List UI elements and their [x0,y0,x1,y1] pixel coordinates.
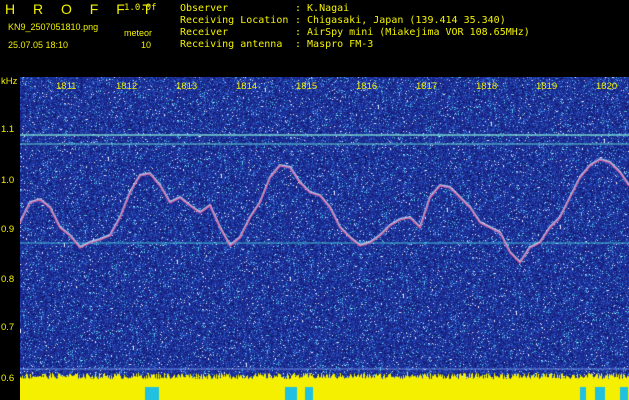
meteor-label: meteor [124,28,153,38]
y-tick-label: 0.7 [1,322,15,333]
x-tick-label: 1812 [116,81,138,92]
spectrogram-canvas [20,77,629,400]
info-label-antenna: Receiving antenna [180,39,283,50]
info-value-receiver: : AirSpy mini (Miakejima VOR 108.65MHz) [295,27,530,38]
x-tick-label: 1819 [536,81,558,92]
y-tick-label: 1.0 [1,175,15,186]
x-tick-label: 1813 [176,81,198,92]
x-tick-label: 1814 [236,81,258,92]
y-tick-label: 1.1 [1,124,15,135]
x-tick-label: 1820 [596,81,618,92]
y-tick-label: 0.9 [1,224,15,235]
info-label-location: Receiving Location [180,15,289,26]
info-value-observer: : K.Nagai [295,3,350,14]
info-value-location: : Chigasaki, Japan (139.414 35.340) [295,15,506,26]
x-tick-label: 1811 [56,81,77,92]
x-tick-label: 1818 [476,81,498,92]
y-axis-unit: kHz [1,76,18,87]
version-label: 1.0.0f [124,3,157,13]
filename-label: KN9_2507051810.png [8,22,99,32]
info-label-receiver: Receiver [180,27,229,38]
info-label-observer: Observer [180,3,229,14]
x-tick-label: 1817 [416,81,438,92]
x-tick-label: 1816 [356,81,378,92]
meteor-count: 10 [141,40,152,50]
x-tick-label: 1815 [296,81,318,92]
y-tick-label: 0.8 [1,274,15,285]
y-tick-label: 0.6 [1,373,15,384]
info-value-antenna: : Maspro FM-3 [295,39,374,50]
datetime-label: 25.07.05 18:10 [8,40,69,50]
